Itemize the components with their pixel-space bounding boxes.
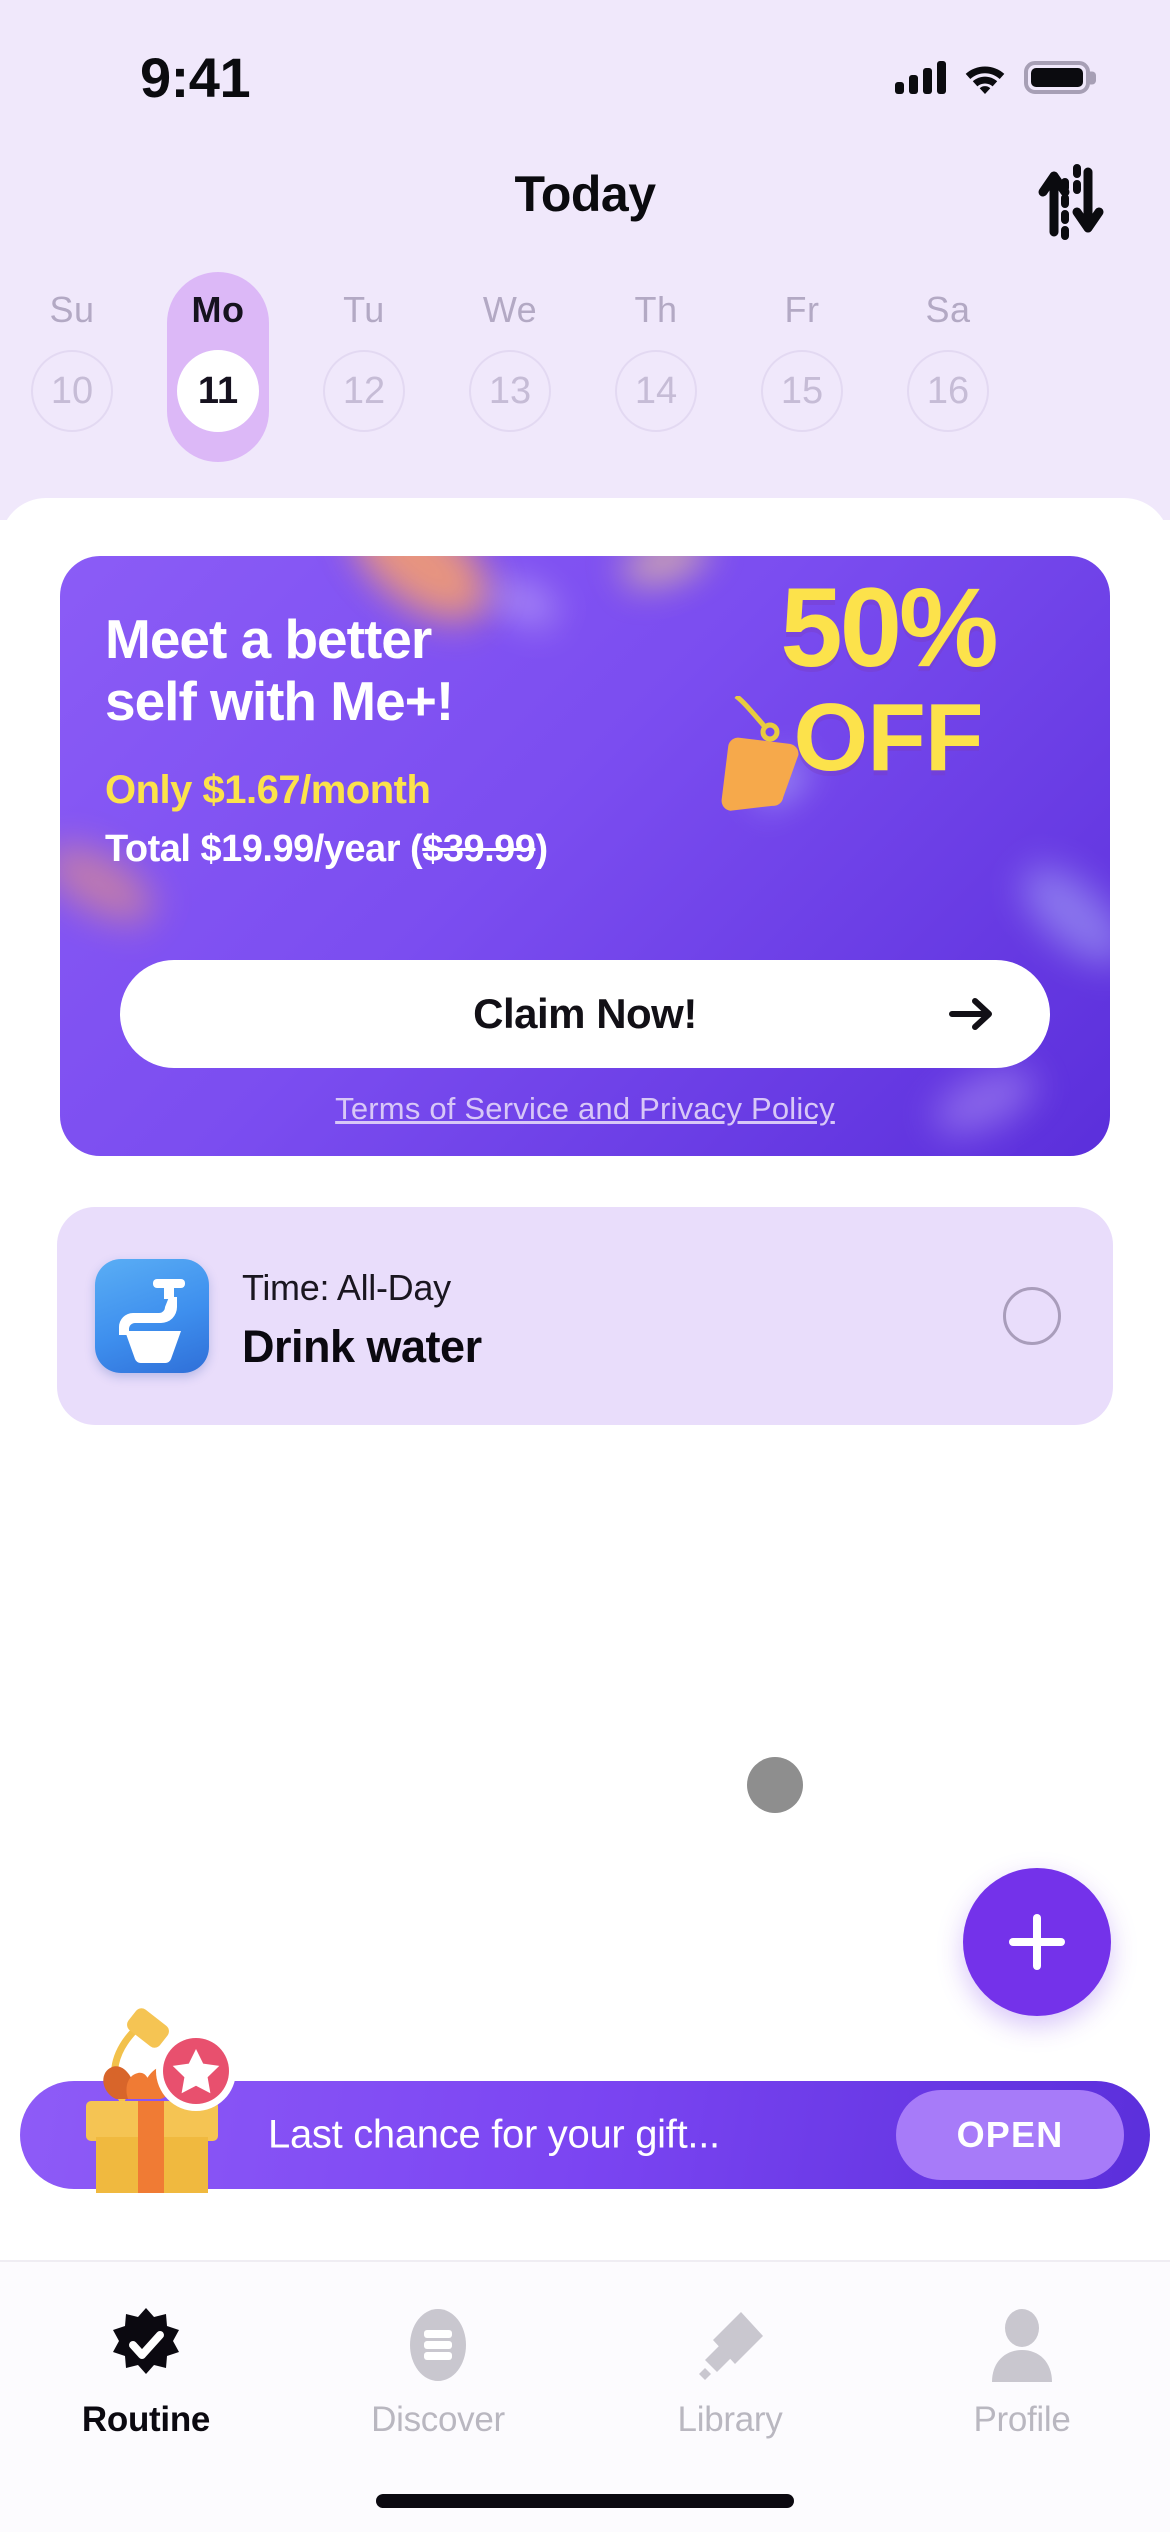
day-of-week-label: Mo: [191, 289, 245, 330]
day-number: 16: [907, 350, 989, 432]
status-indicators: [895, 52, 1090, 94]
promo-headline-line2: self with Me+!: [105, 670, 454, 733]
tab-routine[interactable]: Routine: [0, 2306, 292, 2476]
day-number: 11: [177, 350, 259, 432]
unchecked-circle-icon[interactable]: [1003, 1287, 1061, 1345]
day-of-week-label: Su: [49, 289, 95, 330]
home-indicator: [376, 2494, 794, 2508]
add-task-button[interactable]: [963, 1868, 1111, 2016]
promo-headline: Meet a better self with Me+!: [105, 608, 665, 732]
week-day-we[interactable]: We 13: [455, 282, 565, 462]
week-day-th[interactable]: Th 14: [601, 282, 711, 462]
tab-discover-label: Discover: [371, 2400, 505, 2439]
status-bar: 9:41: [0, 0, 1170, 130]
tab-library-label: Library: [677, 2400, 783, 2439]
week-strip: Su 10 Mo 11 Tu 12 We 13 Th 14 Fr 15 Sa 1…: [0, 272, 1170, 462]
day-number: 12: [323, 350, 405, 432]
day-of-week-label: We: [482, 289, 538, 330]
terms-and-privacy-link[interactable]: Terms of Service and Privacy Policy: [60, 1091, 1110, 1127]
tab-profile[interactable]: Profile: [876, 2306, 1168, 2476]
sort-ascending-descending-icon[interactable]: [1032, 160, 1110, 240]
tab-routine-label: Routine: [81, 2400, 211, 2439]
tab-library[interactable]: Library: [584, 2306, 876, 2476]
battery-icon: [1024, 61, 1090, 94]
promo-total-prefix: Total $19.99/year (: [105, 828, 423, 870]
week-day-sa[interactable]: Sa 16: [893, 282, 1003, 462]
bottom-tab-bar: Routine Discover Library Profile: [0, 2260, 1170, 2532]
open-gift-label: OPEN: [956, 2114, 1064, 2155]
person-icon: [983, 2306, 1061, 2384]
list-oval-icon: [399, 2306, 477, 2384]
task-time-label: Time: All-Day: [242, 1267, 451, 1308]
discount-percent: 50%: [780, 565, 998, 690]
week-day-tu[interactable]: Tu 12: [309, 282, 419, 462]
day-number: 15: [761, 350, 843, 432]
claim-now-label: Claim Now!: [473, 990, 697, 1037]
day-of-week-label: Fr: [784, 289, 820, 330]
week-day-mo[interactable]: Mo 11: [163, 272, 273, 462]
cursor-indicator: [747, 1757, 803, 1813]
open-gift-button[interactable]: OPEN: [896, 2090, 1124, 2180]
wifi-icon: [963, 60, 1007, 94]
cellular-signal-icon: [895, 60, 946, 94]
verified-check-badge-icon: [107, 2306, 185, 2384]
plus-icon: [1009, 1914, 1065, 1970]
discount-badge: 50% OFF: [688, 565, 1088, 868]
promo-banner[interactable]: Meet a better self with Me+! Only $1.67/…: [60, 556, 1110, 1156]
task-title: Drink water: [242, 1321, 482, 1372]
promo-headline-line1: Meet a better: [105, 608, 432, 670]
app-screen: 9:41 Today Su 10 Mo 11 Tu 12 We 13 Th 14…: [0, 0, 1170, 2532]
day-number: 14: [615, 350, 697, 432]
day-number: 10: [31, 350, 113, 432]
tab-profile-label: Profile: [973, 2400, 1071, 2439]
gift-promo-banner[interactable]: Last chance for your gift... OPEN: [20, 2008, 1150, 2193]
gift-banner-message: Last chance for your gift...: [268, 2112, 720, 2157]
day-number: 13: [469, 350, 551, 432]
week-day-su[interactable]: Su 10: [17, 282, 127, 462]
page-title: Today: [514, 166, 656, 222]
status-time: 9:41: [140, 46, 251, 109]
water-faucet-icon: [95, 1259, 209, 1373]
promo-monthly-price: Only $1.67/month: [105, 768, 431, 812]
tab-discover[interactable]: Discover: [292, 2306, 584, 2476]
task-card-drink-water[interactable]: Time: All-Day Drink water: [57, 1207, 1113, 1425]
promo-original-price: $39.99: [422, 828, 536, 870]
arrow-right-icon: [949, 993, 995, 1035]
gift-box-icon: [56, 2008, 246, 2193]
confetti-decoration: [1006, 850, 1110, 982]
diamond-shapes-icon: [691, 2306, 769, 2384]
claim-now-button[interactable]: Claim Now!: [120, 960, 1050, 1068]
promo-total-price: Total $19.99/year ($39.99): [105, 828, 548, 871]
discount-word: OFF: [793, 684, 984, 791]
day-of-week-label: Th: [634, 289, 678, 330]
week-day-fr[interactable]: Fr 15: [747, 282, 857, 462]
promo-total-suffix: ): [535, 828, 548, 870]
day-of-week-label: Tu: [343, 289, 385, 330]
day-of-week-label: Sa: [925, 289, 971, 330]
